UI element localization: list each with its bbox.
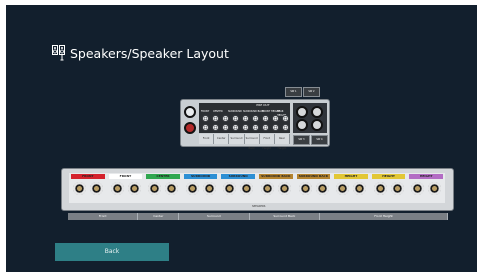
ext-box: SW 1	[285, 87, 302, 97]
rca-jack	[202, 124, 209, 131]
speaker-terminals: FRONT FRONT CENTER SURROUND SURROUND SURROUND…	[69, 173, 445, 203]
speaker-group-header: SURROUND	[183, 174, 218, 179]
title-row: Speakers/Speaker Layout	[52, 42, 229, 64]
preout-cell: Rear Height	[274, 134, 291, 150]
rca-jack	[272, 124, 279, 131]
speaker-group-header: FRONT	[71, 174, 105, 179]
subwoofer-jack	[296, 119, 308, 131]
preout-cell: Front Height	[259, 134, 275, 150]
ext-box: SW 4	[311, 135, 328, 145]
speaker-binding-post	[411, 182, 425, 195]
speaker-binding-post	[353, 182, 367, 195]
ext-box: SW 3	[293, 135, 310, 145]
rca-jack	[252, 124, 259, 131]
speaker-binding-post	[185, 182, 199, 195]
speaker-strip-cell: Surround Back	[249, 213, 320, 220]
preout-header: SURROUND BACK	[243, 110, 265, 113]
preout-jack	[184, 122, 196, 134]
rca-jack	[222, 115, 229, 122]
preout-cell: Front	[199, 134, 215, 144]
speaker-binding-post	[336, 182, 350, 195]
speaker-terminal-diagram: FRONT FRONT CENTER SURROUND SURROUND SURROUND…	[61, 168, 454, 220]
rca-jack	[262, 124, 269, 131]
rca-jack	[212, 124, 219, 131]
back-button[interactable]: Back	[55, 243, 169, 261]
speaker-group-header: HEIGHT	[371, 174, 406, 179]
rca-jack	[242, 124, 249, 131]
speakers-icon	[52, 45, 65, 61]
preout-label-strip: Front Center Surround Surround Back Fron…	[199, 134, 291, 150]
speaker-group-header: CENTER	[146, 174, 180, 179]
speaker-strip-cell: Surround	[179, 213, 250, 220]
rca-jack	[202, 115, 209, 122]
speaker-strip-cell: Front Height	[320, 213, 448, 220]
screen: Speakers/Speaker Layout SW 1 SW 2 PRE OU…	[6, 5, 477, 272]
subwoofer-jack	[311, 106, 323, 118]
speaker-binding-post	[148, 182, 162, 195]
rca-jack	[232, 124, 239, 131]
speaker-group-header: SURROUND BACK	[296, 174, 331, 179]
speaker-strip-cell: Front	[68, 213, 139, 220]
speaker-group-header: SURROUND BACK	[259, 174, 293, 179]
preout-jack	[184, 106, 196, 118]
preout-cell: Surround	[229, 134, 245, 144]
speaker-binding-post	[240, 182, 254, 195]
preout-header: REAR HEIGHT	[277, 110, 287, 117]
speaker-binding-post	[127, 182, 141, 195]
rca-jack	[212, 115, 219, 122]
speakers-label: SPEAKERS	[252, 205, 266, 208]
rca-jack	[262, 115, 269, 122]
rca-jack	[242, 115, 249, 122]
preout-cell: Center	[214, 134, 230, 144]
speaker-binding-post	[165, 182, 179, 195]
preout-panel-diagram: SW 1 SW 2 PRE OUT FRONT CENTER SURROUND …	[180, 87, 330, 150]
speaker-binding-post	[223, 182, 237, 195]
speaker-label-strip: Front Center Surround Surround Back Fron…	[68, 213, 448, 220]
rca-jack	[222, 124, 229, 131]
speaker-binding-post	[73, 182, 86, 195]
preout-cell: Surround Back	[244, 134, 260, 150]
speaker-group-header: HEIGHT	[409, 174, 443, 179]
rca-jack	[232, 115, 239, 122]
preout-header: CENTER	[213, 110, 223, 113]
speaker-strip-cell: Center	[138, 213, 180, 220]
rca-jack	[272, 115, 279, 122]
page-title: Speakers/Speaker Layout	[70, 45, 229, 61]
rca-jack	[252, 115, 259, 122]
subwoofer-jack	[296, 106, 308, 118]
preout-header: SURROUND	[228, 110, 242, 113]
speaker-binding-post	[202, 182, 216, 195]
speaker-group-header: SURROUND	[221, 174, 255, 179]
speaker-binding-post	[298, 182, 312, 195]
rca-row	[202, 124, 289, 131]
speaker-binding-post	[110, 182, 124, 195]
preout-label: PRE OUT	[256, 103, 270, 107]
speaker-binding-post	[373, 182, 387, 195]
speaker-binding-post	[90, 182, 103, 195]
preout-jacks: PRE OUT FRONT CENTER SURROUND SURROUND B…	[199, 103, 290, 133]
speaker-binding-post	[261, 182, 274, 195]
rca-row	[202, 115, 289, 122]
speaker-binding-post	[390, 182, 404, 195]
speaker-group-header: FRONT	[108, 174, 143, 179]
speaker-group-header: HEIGHT	[334, 174, 368, 179]
subwoofer-jack	[311, 119, 323, 131]
preout-header: FRONT	[201, 110, 210, 113]
speaker-binding-post	[315, 182, 329, 195]
rca-jack	[282, 124, 289, 131]
subwoofer-jacks	[293, 103, 327, 133]
speaker-binding-post	[428, 182, 442, 195]
speaker-binding-post	[278, 182, 291, 195]
ext-box: SW 2	[303, 87, 320, 97]
rca-jack	[282, 115, 289, 122]
